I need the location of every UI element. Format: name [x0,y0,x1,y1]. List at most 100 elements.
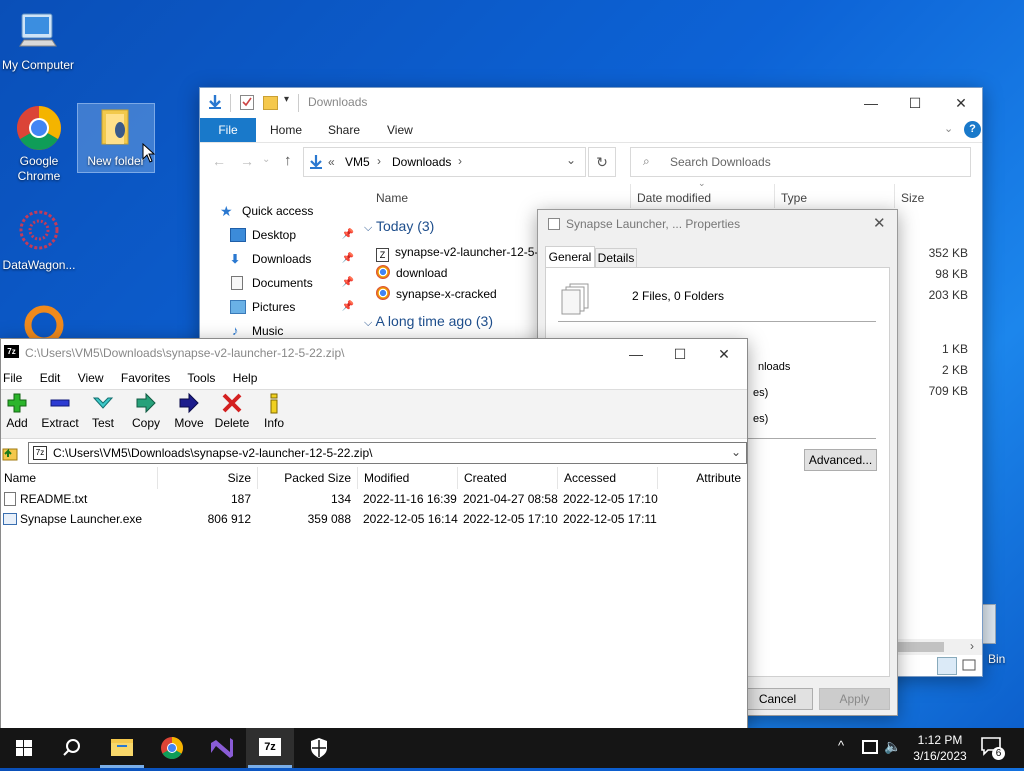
qat-dropdown-icon[interactable]: ▾ [284,94,289,105]
maximize-button[interactable]: ☐ [892,88,938,118]
menu-file[interactable]: File [3,371,22,385]
path-combobox[interactable]: 7z C:\Users\VM5\Downloads\synapse-v2-lau… [28,442,747,464]
archive-row[interactable]: README.txt 187 134 2022-11-16 16:39 2021… [1,489,747,509]
close-button[interactable]: ✕ [938,88,984,118]
search-taskbar-button[interactable] [48,728,96,768]
address-bar[interactable]: « VM5 › Downloads › ⌄ [303,147,586,177]
archive-row[interactable]: Synapse Launcher.exe 806 912 359 088 202… [1,509,747,529]
file-row[interactable]: synapse-x-cracked [376,284,497,305]
refresh-button[interactable]: ↻ [588,147,616,177]
breadcrumb-vm5[interactable]: VM5 [345,155,370,169]
column-header-type[interactable]: Type [781,188,807,208]
address-overflow[interactable]: « [328,155,335,169]
details-view-icon[interactable] [937,657,957,675]
address-dropdown-icon[interactable]: ⌄ [566,153,576,167]
forward-arrow-icon[interactable]: → [240,153,254,169]
column-attribute[interactable]: Attribute [658,467,747,489]
start-button[interactable] [0,728,48,768]
column-accessed[interactable]: Accessed [558,467,658,489]
column-packed-size[interactable]: Packed Size [258,467,358,489]
ribbon-file-tab[interactable]: File [200,118,256,142]
notifications-button[interactable]: 6 [980,736,1010,762]
scroll-right-icon[interactable]: › [970,639,974,653]
taskbar-chrome[interactable] [148,728,196,768]
taskbar-security[interactable] [295,728,343,768]
sevenzip-window[interactable]: 7z C:\Users\VM5\Downloads\synapse-v2-lau… [0,338,748,730]
menu-view[interactable]: View [78,371,104,385]
column-name[interactable]: Name [0,467,158,489]
nav-item-pictures[interactable]: Pictures 📌 [210,295,358,319]
column-size[interactable]: Size [158,467,258,489]
column-created[interactable]: Created [458,467,558,489]
back-arrow-icon[interactable]: ← [212,153,226,169]
network-icon[interactable] [862,740,878,754]
taskbar-visual-studio[interactable] [197,728,245,768]
menu-edit[interactable]: Edit [40,371,61,385]
explorer-title-bar[interactable]: ▾ Downloads — ☐ ✕ [200,88,982,118]
toolbar-info-button[interactable]: Info [252,392,296,430]
props-close-button[interactable]: ✕ [873,214,886,232]
menu-tools[interactable]: Tools [187,371,215,385]
ribbon-expand-icon[interactable]: ⌄ [944,122,953,135]
check-icon [81,392,125,414]
tab-details[interactable]: Details [595,248,637,268]
close-button[interactable]: ✕ [701,339,747,369]
nav-item-quick-access[interactable]: ★ Quick access [210,199,358,223]
toolbar-copy-button[interactable]: Copy [124,392,168,430]
desktop-icon-google-chrome[interactable]: Google Chrome [1,104,77,184]
computer-icon [14,8,62,56]
help-icon[interactable]: ? [964,121,981,138]
toolbar-move-button[interactable]: Move [167,392,211,430]
minimize-button[interactable]: — [613,339,659,369]
column-header-size[interactable]: Size [901,188,924,208]
nav-item-desktop[interactable]: Desktop 📌 [210,223,358,247]
nav-item-downloads[interactable]: ⬇ Downloads 📌 [210,247,358,271]
ribbon-tab-view[interactable]: View [387,118,413,142]
column-header-name[interactable]: Name [376,188,408,208]
recent-dropdown-icon[interactable]: ⌄ [262,154,270,165]
quick-down-arrow-icon[interactable] [208,94,222,113]
clock[interactable]: 1:12 PM 3/16/2023 [905,732,975,764]
pin-icon[interactable]: 📌 [342,247,354,271]
tab-general[interactable]: General [545,246,595,268]
desktop-icon-datawagon[interactable]: DataWagon... [1,208,77,273]
file-row[interactable]: download [376,263,447,284]
maximize-button[interactable]: ☐ [657,339,703,369]
desktop-icon-recycle-bin[interactable]: Bin [982,604,1024,668]
search-box[interactable]: ⌕ Search Downloads [630,147,971,177]
toolbar-delete-button[interactable]: Delete [210,392,254,430]
taskbar-7zip[interactable]: 7z [246,728,294,768]
pin-icon[interactable]: 📌 [342,271,354,295]
path-dropdown-icon[interactable]: ⌄ [731,445,741,459]
cancel-button[interactable]: Cancel [742,688,813,710]
breadcrumb-downloads[interactable]: Downloads [392,155,451,169]
show-hidden-icons-chevron[interactable]: ^ [838,738,844,753]
pin-icon[interactable]: 📌 [342,295,354,319]
toolbar-extract-button[interactable]: Extract [38,392,82,430]
large-icons-view-icon[interactable] [961,657,979,675]
toolbar-add-button[interactable]: Add [0,392,39,430]
properties-check-icon[interactable] [240,95,254,110]
file-row[interactable]: Zsynapse-v2-launcher-12-5- [376,242,538,263]
apply-button[interactable]: Apply [819,688,890,710]
volume-icon[interactable]: 🔈 [884,738,901,755]
column-modified[interactable]: Modified [358,467,458,489]
new-folder-qat-icon[interactable] [263,96,278,110]
menu-favorites[interactable]: Favorites [121,371,170,385]
column-header-date-modified[interactable]: Date modified [637,188,711,208]
group-header-today[interactable]: ⌵ Today (3) [364,218,434,235]
taskbar-file-explorer[interactable] [98,728,146,768]
menu-help[interactable]: Help [233,371,258,385]
advanced-button[interactable]: Advanced... [804,449,877,471]
ribbon-tab-home[interactable]: Home [270,118,302,142]
minimize-button[interactable]: — [848,88,894,118]
orange-app-icon[interactable] [24,305,64,345]
pin-icon[interactable]: 📌 [342,223,354,247]
desktop-icon-my-computer[interactable]: My Computer [0,8,76,73]
nav-item-documents[interactable]: Documents 📌 [210,271,358,295]
ribbon-tab-share[interactable]: Share [328,118,360,142]
up-folder-icon[interactable] [2,445,20,461]
group-header-old[interactable]: ⌵ A long time ago (3) [364,313,493,330]
up-arrow-icon[interactable]: ↑ [284,152,292,169]
toolbar-test-button[interactable]: Test [81,392,125,430]
